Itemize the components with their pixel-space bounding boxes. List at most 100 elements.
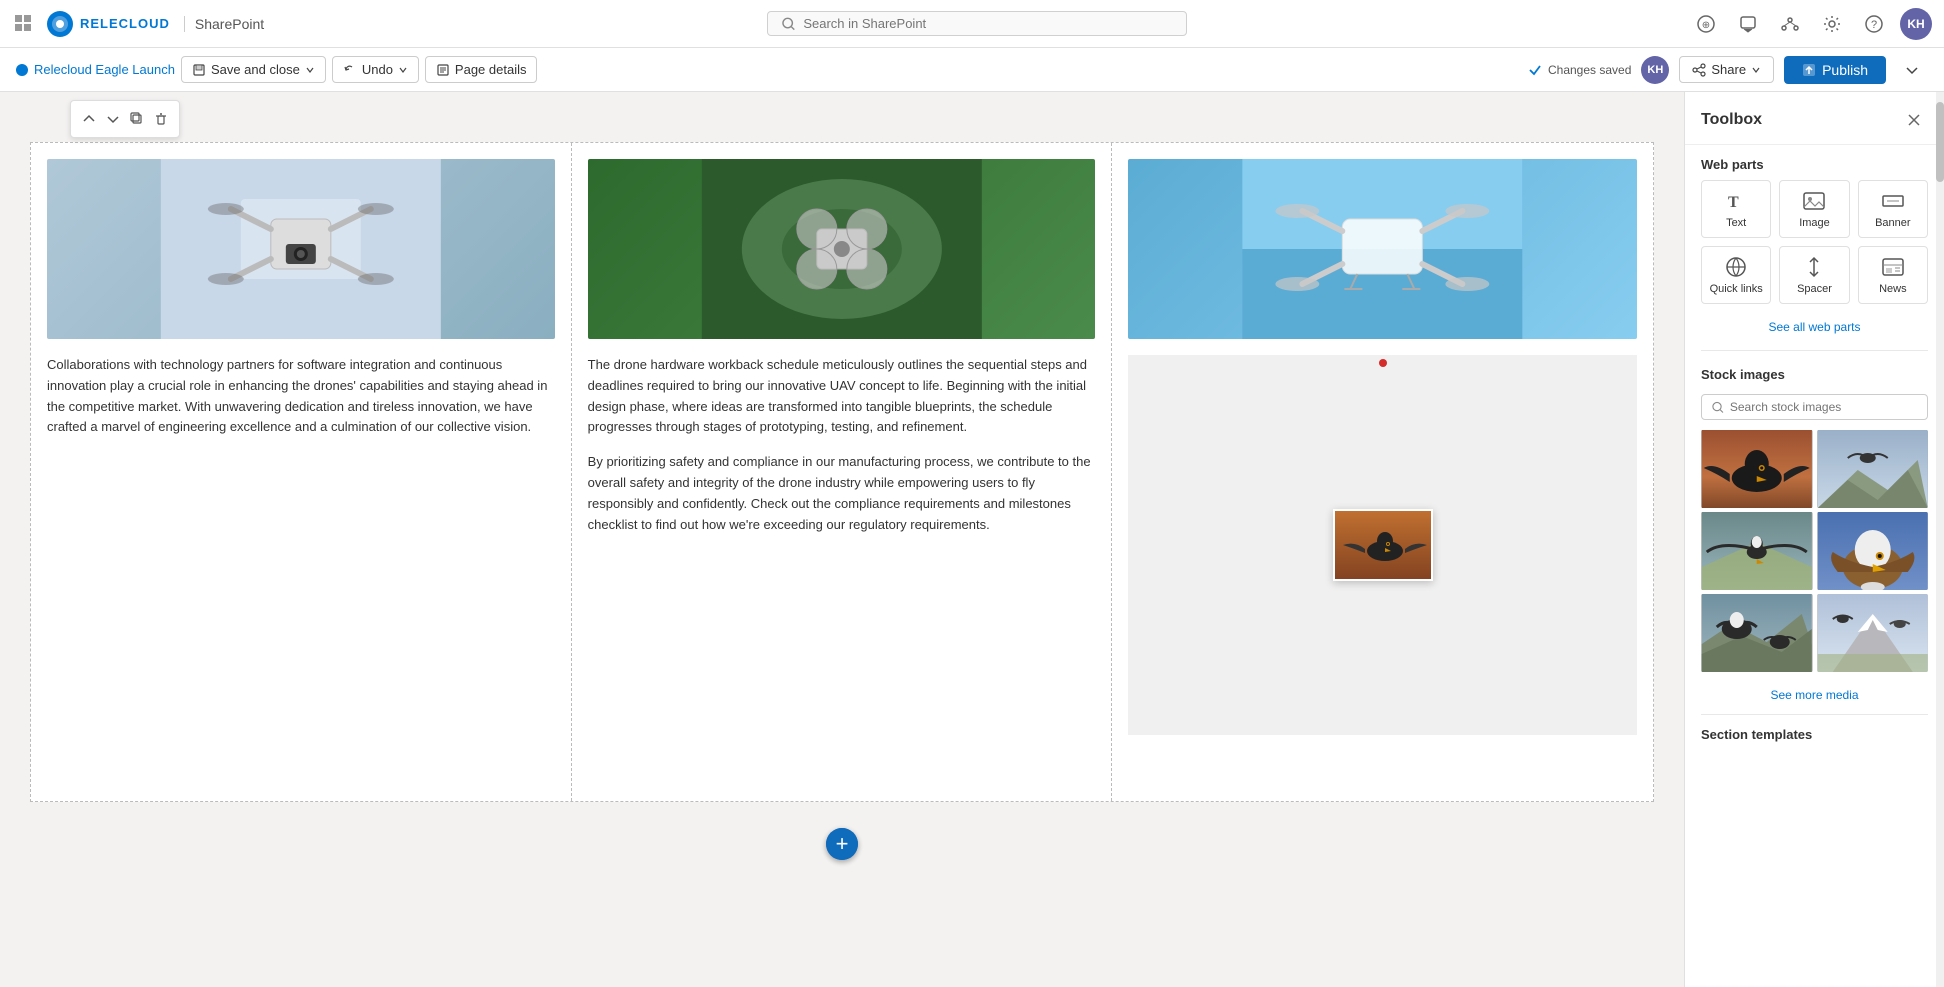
stock-image-1[interactable] <box>1701 430 1813 508</box>
page-details-button[interactable]: Page details <box>425 56 538 83</box>
top-bar: RELECLOUD SharePoint ⊕ ? KH <box>0 0 1944 48</box>
network-icon-btn[interactable] <box>1774 8 1806 40</box>
author-avatar[interactable]: KH <box>1641 56 1669 84</box>
stock-image-4[interactable] <box>1817 512 1929 590</box>
page-details-icon <box>436 63 450 77</box>
stock-images-label: Stock images <box>1685 355 1944 390</box>
comment-icon-btn[interactable] <box>1732 8 1764 40</box>
check-icon <box>1528 63 1542 77</box>
save-close-button[interactable]: Save and close <box>181 56 326 83</box>
svg-text:?: ? <box>1871 19 1877 31</box>
stock-image-5[interactable] <box>1701 594 1813 672</box>
svg-text:⊕: ⊕ <box>1702 20 1710 31</box>
col2-text2: By prioritizing safety and compliance in… <box>588 452 1096 535</box>
text-label: Text <box>1726 217 1746 229</box>
add-section-icon[interactable]: + <box>826 828 858 860</box>
text-webpart-icon: T <box>1724 189 1748 213</box>
search-icon <box>782 17 795 31</box>
toolbar-move-up[interactable] <box>79 105 99 133</box>
column-2: The drone hardware workback schedule met… <box>572 143 1113 801</box>
stock-search-bar[interactable] <box>1701 394 1928 420</box>
see-all-web-parts[interactable]: See all web parts <box>1685 316 1944 346</box>
share-dropdown-icon <box>1751 65 1761 75</box>
banner-webpart-icon <box>1881 189 1905 213</box>
settings-icon-btn[interactable] <box>1816 8 1848 40</box>
search-bar[interactable] <box>767 11 1187 36</box>
user-avatar[interactable]: KH <box>1900 8 1932 40</box>
scrollbar-thumb[interactable] <box>1936 102 1944 182</box>
web-part-spacer[interactable]: Spacer <box>1779 246 1849 304</box>
news-label: News <box>1879 283 1907 295</box>
toolbar-copy[interactable] <box>127 105 147 133</box>
help-icon-btn[interactable]: ? <box>1858 8 1890 40</box>
app-grid-icon[interactable] <box>12 12 36 36</box>
web-parts-label: Web parts <box>1685 145 1944 180</box>
app-logo-text: RELECLOUD <box>80 16 170 31</box>
drone-image-2[interactable] <box>588 159 1096 339</box>
spacer-webpart-icon <box>1802 255 1826 279</box>
site-dot <box>16 64 28 76</box>
panel-header: Toolbox <box>1685 92 1944 145</box>
stock-image-3[interactable] <box>1701 512 1813 590</box>
drone-image-1[interactable] <box>47 159 555 339</box>
toolbar-delete[interactable] <box>151 105 171 133</box>
stock-image-2[interactable] <box>1817 430 1929 508</box>
toolbar-move-down[interactable] <box>103 105 123 133</box>
float-toolbar <box>70 100 180 138</box>
web-part-image[interactable]: Image <box>1779 180 1849 238</box>
share-icon-btn[interactable]: ⊕ <box>1690 8 1722 40</box>
save-icon <box>192 63 206 77</box>
banner-label: Banner <box>1875 217 1910 229</box>
section-templates-label: Section templates <box>1685 719 1944 746</box>
search-input[interactable] <box>803 16 1172 31</box>
divider-2 <box>1701 714 1928 715</box>
stock-search-wrap <box>1685 390 1944 430</box>
site-name[interactable]: Relecloud Eagle Launch <box>16 62 175 77</box>
col1-text: Collaborations with technology partners … <box>47 355 555 438</box>
image-drop-area[interactable] <box>1128 355 1637 735</box>
col2-text1: The drone hardware workback schedule met… <box>588 355 1096 438</box>
panel-side-icons <box>1684 92 1685 242</box>
stock-image-6[interactable] <box>1817 594 1929 672</box>
web-part-news[interactable]: News <box>1858 246 1928 304</box>
edit-bar-right: Changes saved KH Share Publish <box>1528 54 1928 86</box>
stock-images-grid <box>1685 430 1944 680</box>
add-section-button[interactable]: + <box>826 828 858 860</box>
edit-bar: Relecloud Eagle Launch Save and close Un… <box>0 48 1944 92</box>
web-part-quick-links[interactable]: Quick links <box>1701 246 1771 304</box>
drone-img-3-svg <box>1128 159 1637 339</box>
share-button[interactable]: Share <box>1679 56 1774 83</box>
panel-title: Toolbox <box>1701 111 1762 129</box>
undo-dropdown-icon <box>398 65 408 75</box>
stock-search-icon <box>1712 401 1724 414</box>
three-column-section: Collaborations with technology partners … <box>30 142 1654 802</box>
changes-saved-label: Changes saved <box>1528 63 1631 77</box>
web-part-text[interactable]: T Text <box>1701 180 1771 238</box>
scrollbar-track[interactable] <box>1936 92 1944 987</box>
publish-button[interactable]: Publish <box>1784 56 1886 84</box>
web-part-banner[interactable]: Banner <box>1858 180 1928 238</box>
app-name: SharePoint <box>184 16 264 32</box>
eagle-img-4-svg <box>1817 512 1929 590</box>
quick-links-icon <box>1724 255 1748 279</box>
column-3 <box>1112 143 1653 801</box>
drone-image-3[interactable] <box>1128 159 1637 339</box>
right-panel: Toolbox Web parts <box>1684 92 1944 987</box>
undo-button[interactable]: Undo <box>332 56 419 83</box>
drone-img-1-svg <box>47 159 555 339</box>
news-webpart-icon <box>1881 255 1905 279</box>
quick-links-label: Quick links <box>1710 283 1763 295</box>
stock-search-input[interactable] <box>1730 400 1917 414</box>
eagle-img-3-svg <box>1701 512 1813 590</box>
panel-close-button[interactable] <box>1900 106 1928 134</box>
column-1: Collaborations with technology partners … <box>31 143 572 801</box>
collapse-panel-button[interactable] <box>1896 54 1928 86</box>
content-area: Collaborations with technology partners … <box>0 92 1684 987</box>
see-more-media[interactable]: See more media <box>1685 680 1944 710</box>
relecloud-logo <box>46 10 74 38</box>
image-webpart-icon <box>1802 189 1826 213</box>
eagle-img-1-svg <box>1701 430 1813 508</box>
top-bar-right: ⊕ ? KH <box>1690 8 1932 40</box>
svg-text:T: T <box>1728 194 1739 211</box>
search-bar-wrap <box>272 11 1682 36</box>
